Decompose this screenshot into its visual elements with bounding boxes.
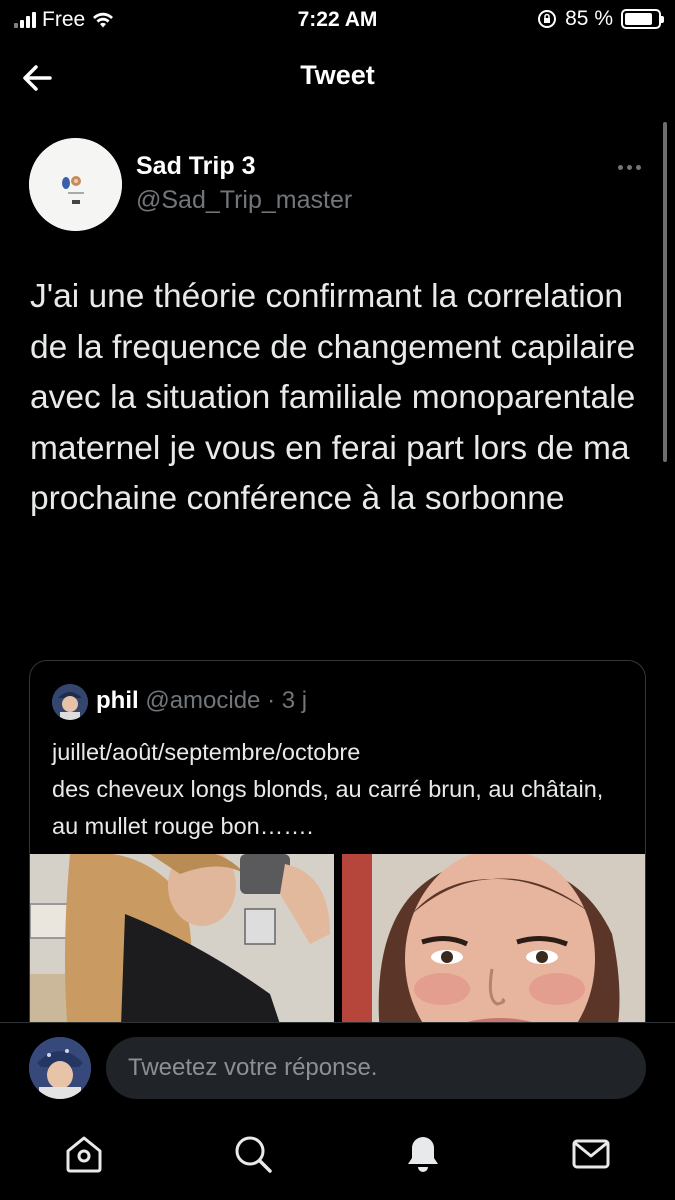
reply-input[interactable] [106, 1037, 646, 1099]
author-name[interactable]: Sad Trip 3 [136, 152, 255, 181]
battery-icon [621, 9, 664, 29]
quote-text-line1: juillet/août/septembre/octobre [52, 739, 361, 765]
photo-mirror-selfie [30, 854, 334, 1039]
messages-envelope-icon [572, 1139, 610, 1169]
quote-time: 3 j [281, 687, 308, 714]
status-bar: Free 7:22 AM 85 % [0, 0, 675, 40]
user-avatar[interactable] [29, 1037, 91, 1099]
notifications-bell-icon [408, 1137, 438, 1172]
quote-header: phil @amocide · 3 j [96, 687, 307, 715]
status-right: 85 % [537, 7, 664, 31]
tab-home[interactable] [62, 1132, 106, 1176]
quote-avatar-image [52, 684, 88, 720]
tweet-text: J'ai une théorie confirmant la correlati… [30, 278, 636, 517]
quote-photo-1[interactable] [30, 854, 334, 1039]
battery-fill [625, 13, 653, 25]
quote-avatar[interactable] [52, 684, 88, 720]
author-avatar[interactable] [29, 138, 122, 231]
quote-photo-2[interactable] [342, 854, 645, 1039]
quote-author-name: phil [96, 687, 139, 714]
tab-bar [0, 1112, 675, 1200]
tab-messages[interactable] [569, 1132, 613, 1176]
more-icon[interactable] [613, 155, 645, 179]
page-title: Tweet [300, 60, 375, 90]
author-handle[interactable]: @Sad_Trip_master [136, 186, 352, 215]
avatar-image [29, 138, 122, 231]
quote-text: juillet/août/septembre/octobre des cheve… [52, 734, 632, 845]
orientation-lock-icon [538, 10, 557, 28]
quoted-tweet[interactable]: phil @amocide · 3 j juillet/août/septemb… [29, 660, 646, 1040]
photo-portrait [342, 854, 645, 1039]
scrollbar[interactable] [663, 122, 667, 462]
quote-separator: · [260, 687, 282, 714]
user-avatar-image [29, 1037, 91, 1099]
quote-text-line2: des cheveux longs blonds, au carré brun,… [52, 776, 604, 839]
tab-search[interactable] [231, 1132, 275, 1176]
quote-author-handle: @amocide [145, 687, 261, 714]
tweet-header: Tweet [0, 48, 675, 108]
search-icon [235, 1136, 272, 1173]
battery-percent: 85 % [565, 7, 613, 30]
tab-notifications[interactable] [401, 1132, 445, 1176]
reply-bar [0, 1022, 675, 1112]
home-icon [66, 1136, 102, 1173]
